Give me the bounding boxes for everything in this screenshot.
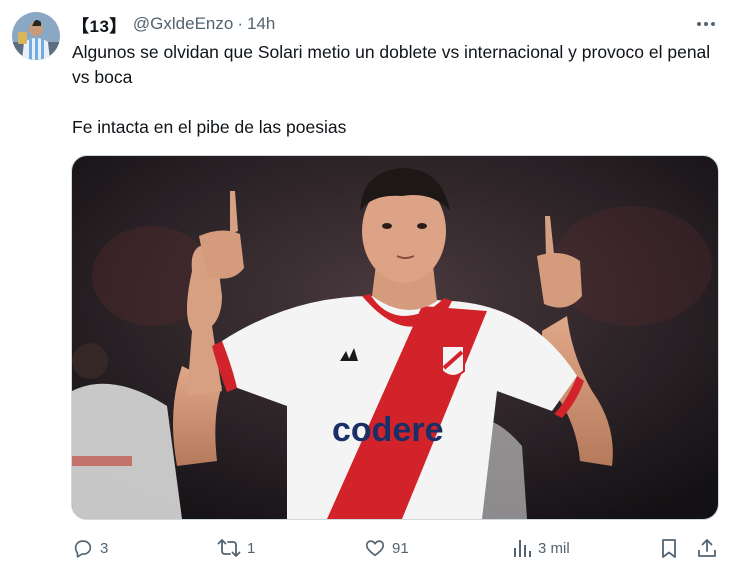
like-button[interactable]: 91 bbox=[364, 534, 409, 562]
jersey-sponsor: codere bbox=[332, 411, 444, 449]
reply-count: 3 bbox=[100, 539, 109, 557]
reply-icon bbox=[74, 540, 92, 558]
share-icon bbox=[698, 539, 716, 557]
tweet-header: 【13】 @GxldeEnzo · 14h bbox=[72, 12, 275, 36]
bookmark-icon bbox=[662, 539, 676, 558]
more-button[interactable] bbox=[692, 12, 720, 36]
views-count: 3 mil bbox=[538, 539, 570, 557]
repost-icon bbox=[217, 539, 241, 557]
like-count: 91 bbox=[392, 539, 409, 557]
separator-dot: · bbox=[237, 14, 244, 33]
views-icon bbox=[514, 540, 531, 557]
repost-button[interactable]: 1 bbox=[217, 534, 255, 562]
avatar[interactable] bbox=[12, 12, 60, 60]
reply-button[interactable]: 3 bbox=[72, 534, 108, 562]
tweet-text-line: Fe intacta en el pibe de las poesias bbox=[72, 117, 347, 137]
bookmark-button[interactable] bbox=[659, 534, 679, 562]
tweet[interactable]: 【13】 @GxldeEnzo · 14h Algunos se olvidan… bbox=[0, 0, 736, 562]
share-button[interactable] bbox=[696, 534, 718, 562]
tweet-text-line: Algunos se olvidan que Solari metio un d… bbox=[72, 42, 711, 87]
tweet-media[interactable]: codere bbox=[71, 155, 719, 520]
views-button[interactable]: 3 mil bbox=[512, 534, 570, 562]
like-icon bbox=[365, 540, 385, 557]
repost-count: 1 bbox=[247, 539, 256, 557]
player-photo: codere bbox=[72, 156, 718, 519]
more-icon bbox=[697, 22, 715, 26]
tweet-text: Algunos se olvidan que Solari metio un d… bbox=[72, 40, 722, 140]
user-handle[interactable]: @GxldeEnzo bbox=[133, 14, 233, 34]
action-bar: 3 1 91 3 mil bbox=[72, 534, 722, 562]
timestamp[interactable]: 14h bbox=[247, 14, 275, 34]
display-name[interactable]: 【13】 bbox=[72, 12, 127, 37]
avatar-image bbox=[12, 12, 60, 60]
